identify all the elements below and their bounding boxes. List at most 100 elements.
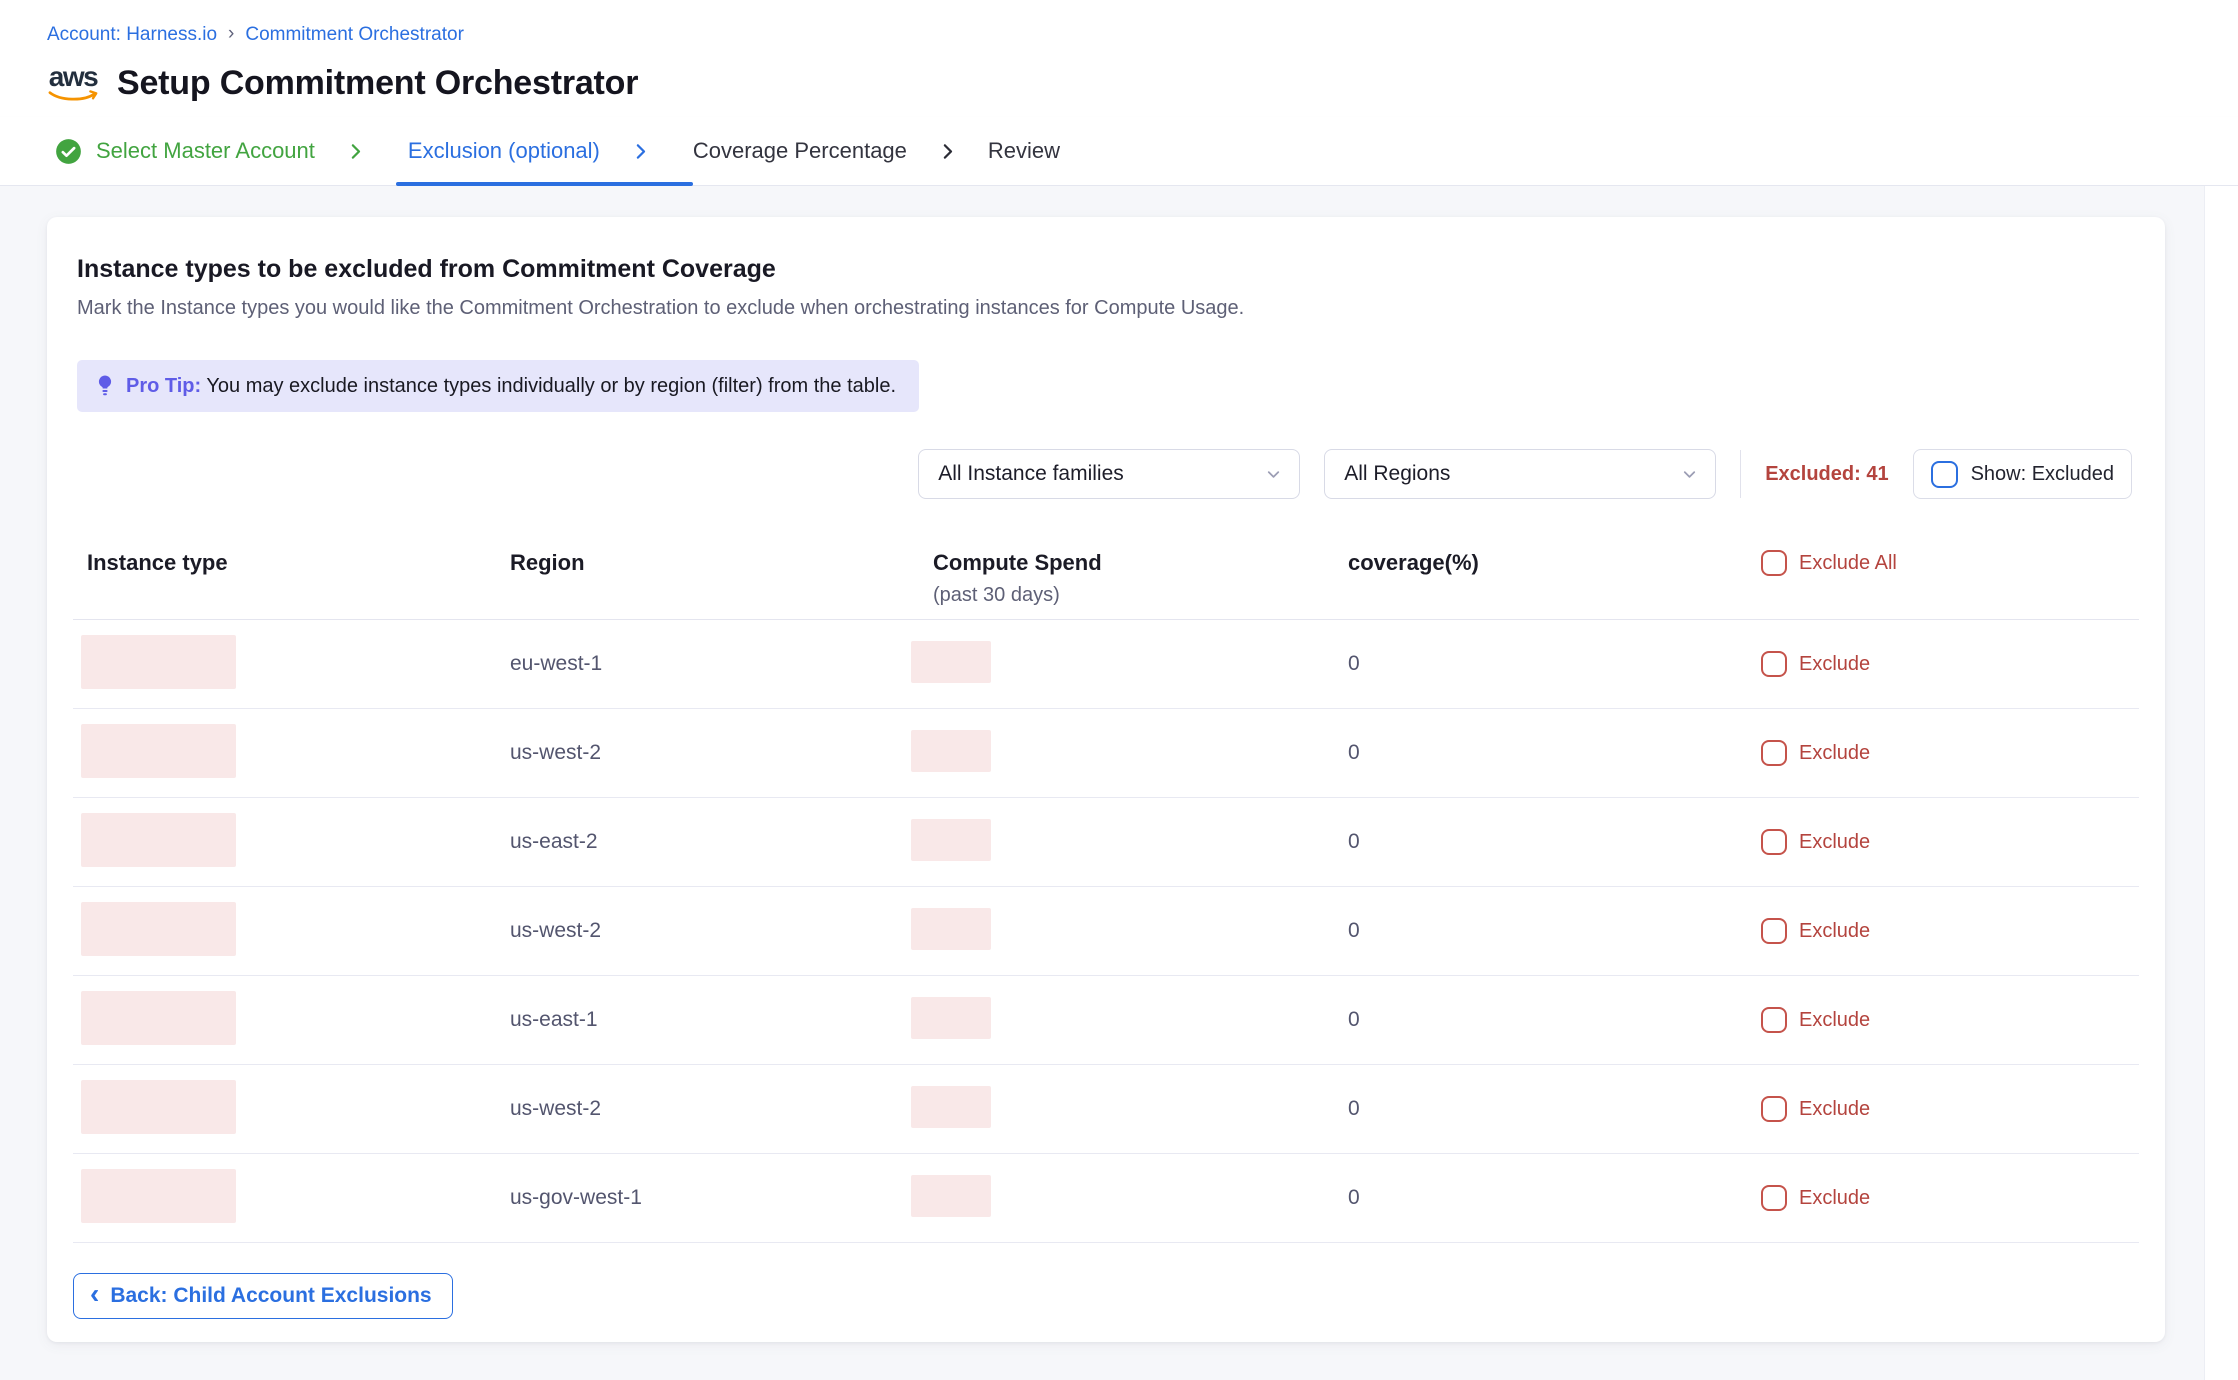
step-label: Select Master Account: [96, 138, 315, 164]
exclude-checkbox[interactable]: [1761, 1096, 1787, 1122]
exclude-checkbox[interactable]: [1761, 1185, 1787, 1211]
breadcrumb-page-link[interactable]: Commitment Orchestrator: [245, 24, 464, 46]
region-cell: us-west-2: [510, 919, 933, 943]
step-review[interactable]: Review: [988, 138, 1060, 164]
exclusion-card: Instance types to be excluded from Commi…: [47, 217, 2165, 1342]
regions-select[interactable]: All Regions: [1324, 449, 1716, 499]
instance-type-cell: [73, 813, 510, 872]
step-select-master-account[interactable]: Select Master Account: [55, 138, 315, 165]
exclude-control: Exclude: [1761, 829, 2139, 855]
exclude-all-label: Exclude All: [1799, 552, 1897, 575]
exclude-all-checkbox[interactable]: [1761, 550, 1787, 576]
exclude-control: Exclude: [1761, 1185, 2139, 1211]
region-cell: us-west-2: [510, 741, 933, 765]
check-circle-icon: [55, 138, 82, 165]
step-label: Coverage Percentage: [693, 138, 907, 164]
breadcrumb-account-link[interactable]: Account: Harness.io: [47, 24, 217, 46]
show-excluded-toggle[interactable]: Show: Excluded: [1913, 449, 2132, 499]
excluded-count: Excluded: 41: [1765, 463, 1888, 486]
coverage-cell: 0: [1348, 1008, 1761, 1032]
filters-divider: [1740, 450, 1741, 498]
redacted-compute-spend: [911, 908, 991, 950]
show-excluded-checkbox[interactable]: [1931, 461, 1958, 488]
aws-logo-text: aws: [49, 63, 97, 91]
region-cell: us-gov-west-1: [510, 1186, 933, 1210]
step-exclusion[interactable]: Exclusion (optional): [408, 138, 600, 164]
aws-logo: aws: [47, 63, 99, 103]
exclude-control: Exclude: [1761, 1007, 2139, 1033]
instance-type-cell: [73, 635, 510, 694]
col-header-region: Region: [510, 550, 933, 576]
redacted-instance-type: [81, 991, 236, 1045]
exclude-checkbox[interactable]: [1761, 740, 1787, 766]
instance-type-cell: [73, 1169, 510, 1228]
exclude-label: Exclude: [1799, 920, 1870, 943]
compute-spend-cell: [933, 1086, 1348, 1133]
redacted-instance-type: [81, 635, 236, 689]
col-header-compute-spend: Compute Spend (past 30 days): [933, 550, 1348, 607]
redacted-instance-type: [81, 902, 236, 956]
instance-type-cell: [73, 724, 510, 783]
redacted-compute-spend: [911, 730, 991, 772]
breadcrumb: Account: Harness.io › Commitment Orchest…: [47, 24, 2238, 46]
step-label: Exclusion (optional): [408, 138, 600, 164]
table-row: us-east-2 0 Exclude: [73, 798, 2139, 887]
region-cell: us-east-2: [510, 830, 933, 854]
filters-row: All Instance families All Regions Exclud…: [47, 449, 2132, 499]
section-heading: Instance types to be excluded from Commi…: [47, 217, 2165, 284]
redacted-compute-spend: [911, 997, 991, 1039]
exclude-control: Exclude: [1761, 651, 2139, 677]
coverage-cell: 0: [1348, 830, 1761, 854]
redacted-compute-spend: [911, 1175, 991, 1217]
compute-spend-cell: [933, 1175, 1348, 1222]
chevron-down-icon: [1264, 465, 1283, 484]
coverage-cell: 0: [1348, 1097, 1761, 1121]
back-button[interactable]: ‹ Back: Child Account Exclusions: [73, 1273, 453, 1319]
step-coverage-percentage[interactable]: Coverage Percentage: [693, 138, 907, 164]
exclude-checkbox[interactable]: [1761, 829, 1787, 855]
exclude-checkbox[interactable]: [1761, 1007, 1787, 1033]
exclude-checkbox[interactable]: [1761, 651, 1787, 677]
page-header: Account: Harness.io › Commitment Orchest…: [0, 0, 2238, 103]
exclude-checkbox[interactable]: [1761, 918, 1787, 944]
instance-table: Instance type Region Compute Spend (past…: [73, 544, 2139, 1243]
compute-spend-cell: [933, 819, 1348, 866]
redacted-compute-spend: [911, 641, 991, 683]
show-excluded-label: Show: Excluded: [1971, 463, 2114, 486]
exclude-all-control: Exclude All: [1761, 550, 2139, 576]
region-cell: us-east-1: [510, 1008, 933, 1032]
exclude-label: Exclude: [1799, 742, 1870, 765]
page-title: Setup Commitment Orchestrator: [117, 64, 638, 103]
section-subheading: Mark the Instance types you would like t…: [77, 297, 2165, 320]
scrollbar-track[interactable]: [2204, 186, 2238, 1380]
compute-spend-cell: [933, 908, 1348, 955]
instance-type-cell: [73, 991, 510, 1050]
exclude-label: Exclude: [1799, 831, 1870, 854]
chevron-right-icon: [937, 141, 958, 162]
compute-spend-cell: [933, 997, 1348, 1044]
step-label: Review: [988, 138, 1060, 164]
chevron-right-icon: [345, 141, 366, 162]
instance-families-select[interactable]: All Instance families: [918, 449, 1300, 499]
table-row: us-west-2 0 Exclude: [73, 1065, 2139, 1154]
exclude-control: Exclude: [1761, 918, 2139, 944]
pro-tip-banner: Pro Tip: You may exclude instance types …: [77, 360, 919, 412]
coverage-cell: 0: [1348, 652, 1761, 676]
content-area: Instance types to be excluded from Commi…: [0, 186, 2238, 1380]
table-row: us-east-1 0 Exclude: [73, 976, 2139, 1065]
instance-type-cell: [73, 902, 510, 961]
regions-value: All Regions: [1344, 462, 1450, 486]
region-cell: us-west-2: [510, 1097, 933, 1121]
redacted-compute-spend: [911, 819, 991, 861]
exclude-label: Exclude: [1799, 1187, 1870, 1210]
table-row: us-west-2 0 Exclude: [73, 887, 2139, 976]
redacted-instance-type: [81, 813, 236, 867]
redacted-instance-type: [81, 1169, 236, 1223]
col-header-coverage: coverage(%): [1348, 550, 1761, 576]
exclude-label: Exclude: [1799, 1098, 1870, 1121]
aws-smile-icon: [48, 89, 98, 103]
wizard-stepper: Select Master Account Exclusion (optiona…: [0, 117, 2238, 186]
table-header-row: Instance type Region Compute Spend (past…: [73, 544, 2139, 620]
compute-spend-cell: [933, 730, 1348, 777]
table-row: eu-west-1 0 Exclude: [73, 620, 2139, 709]
